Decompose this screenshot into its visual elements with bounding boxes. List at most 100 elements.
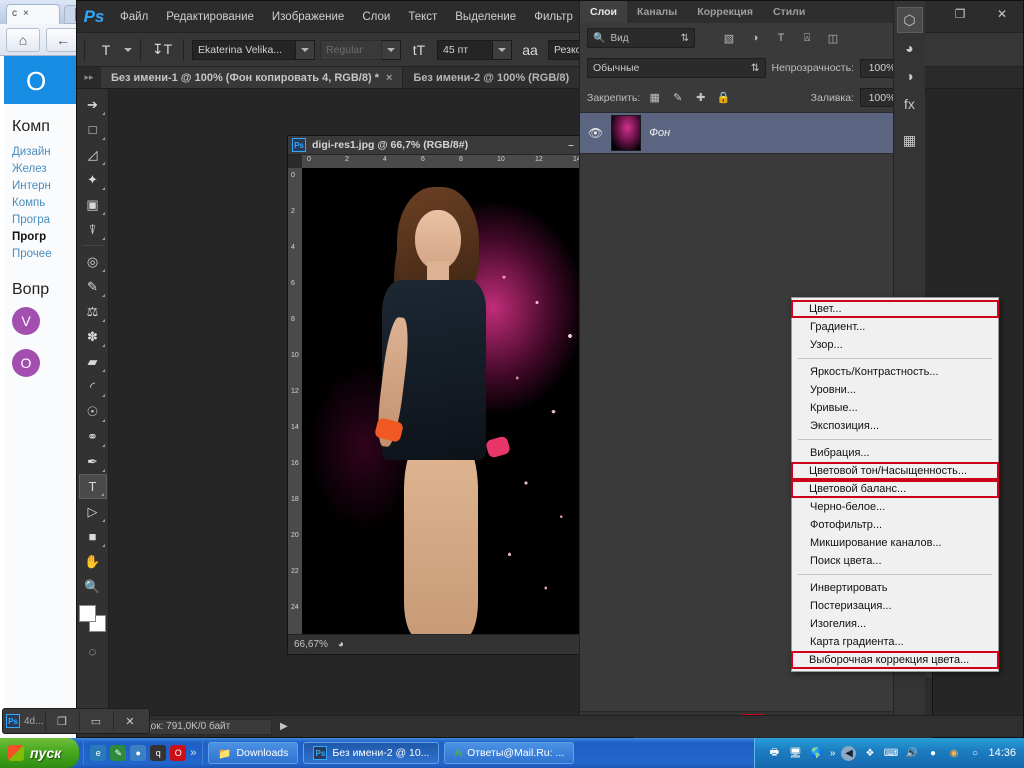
magic-wand-icon[interactable]: ✦ (79, 167, 107, 192)
type-icon[interactable]: T (78, 474, 107, 499)
shape-filter-icon[interactable]: ⍓ (797, 29, 817, 47)
lock-all-icon[interactable]: 🔒 (715, 89, 732, 106)
start-button[interactable]: пуск (0, 738, 80, 768)
sidebar-link[interactable]: Компь (12, 195, 69, 212)
foreground-color-swatch[interactable] (78, 605, 96, 622)
sidebar-link[interactable]: Прочее (12, 246, 69, 263)
avatar[interactable]: V (12, 307, 40, 335)
clock[interactable]: 14:36 (988, 747, 1016, 759)
dodge-icon[interactable]: ⚭ (79, 424, 107, 449)
minimized-document-window[interactable]: Ps 4d... ❐ ▭ ✕ (2, 708, 150, 734)
printer-tray-icon[interactable]: 🖶 (767, 746, 782, 761)
tab-channels[interactable]: Каналы (627, 1, 687, 23)
status-arrow-icon[interactable]: ▶ (280, 721, 288, 732)
taskbar-photoshop[interactable]: Ps Без имени-2 @ 10... (303, 742, 440, 764)
brush-icon[interactable]: ✎ (79, 274, 107, 299)
eraser-icon[interactable]: ▰ (79, 349, 107, 374)
network-tray-icon[interactable]: ❖ (862, 746, 877, 761)
blur-icon[interactable]: ☉ (79, 399, 107, 424)
close-icon[interactable]: ✕ (113, 711, 145, 731)
styles-dock-icon[interactable]: fx (897, 91, 923, 117)
quicklaunch-more-icon[interactable]: » (190, 747, 196, 759)
notepad-quicklaunch-icon[interactable]: ✎ (110, 745, 127, 761)
zoom-icon[interactable]: 🔍 (79, 574, 107, 599)
pen-icon[interactable]: ✒ (79, 449, 107, 474)
healing-brush-icon[interactable]: ◎ (79, 249, 107, 274)
font-family-dropdown-icon[interactable] (296, 39, 315, 60)
pixel-filter-icon[interactable]: ▧ (719, 29, 739, 47)
layer-thumbnail[interactable] (611, 115, 642, 151)
blend-mode-select[interactable]: Обычные ⇅ (587, 58, 766, 78)
back-arrow-icon[interactable]: ← (46, 28, 80, 52)
lock-transparency-icon[interactable]: ▦ (646, 89, 663, 106)
quick-mask-icon[interactable]: ◌ (79, 639, 107, 664)
clone-stamp-icon[interactable]: ⚖ (79, 299, 107, 324)
layer-name[interactable]: Фон (649, 127, 670, 139)
hand-icon[interactable]: ✋ (79, 549, 107, 574)
menu-item-posterize[interactable]: Постеризация... (792, 597, 998, 615)
tab-styles[interactable]: Стили (763, 1, 815, 23)
shape-icon[interactable]: ■ (79, 524, 107, 549)
menu-item-hue-saturation[interactable]: Цветовой тон/Насыщенность... (791, 462, 999, 480)
document-zoom-level[interactable]: 66,67% (294, 639, 328, 650)
eye-icon[interactable]: 👁 (588, 126, 603, 140)
monitor-tray-icon[interactable]: 🖥 (788, 746, 803, 761)
layers-dock-icon[interactable]: ⬡ (896, 7, 923, 33)
type-filter-icon[interactable]: T (771, 29, 791, 47)
volume-tray-icon[interactable]: 🔊 (904, 746, 919, 761)
smart-object-filter-icon[interactable]: ◫ (823, 29, 843, 47)
menu-item-color[interactable]: Цвет... (791, 300, 999, 318)
font-style-field[interactable]: Regular (320, 39, 382, 60)
sidebar-link[interactable]: Желез (12, 161, 69, 178)
menu-item-channel-mixer[interactable]: Микширование каналов... (792, 534, 998, 552)
qip-quicklaunch-icon[interactable]: q (150, 745, 167, 761)
3d-dock-icon[interactable]: ▦ (897, 127, 923, 153)
color-dock-icon[interactable]: ◕ (897, 35, 923, 61)
path-select-icon[interactable]: ▷ (79, 499, 107, 524)
globe-tray-icon[interactable]: ● (925, 746, 940, 761)
menu-layers[interactable]: Слои (353, 1, 399, 33)
menu-item-gradient-map[interactable]: Карта градиента... (792, 633, 998, 651)
menu-item-invert[interactable]: Инвертировать (792, 579, 998, 597)
tab-adjustments[interactable]: Коррекция (687, 1, 763, 23)
stepper-icon[interactable]: ⇅ (751, 62, 760, 74)
history-brush-icon[interactable]: ✽ (79, 324, 107, 349)
menu-item-vibrance[interactable]: Вибрация... (792, 444, 998, 462)
menu-item-photo-filter[interactable]: Фотофильтр... (792, 516, 998, 534)
crop-icon[interactable]: ▣ (79, 192, 107, 217)
menu-filter[interactable]: Фильтр (525, 1, 582, 33)
stepper-icon[interactable]: ⇅ (681, 33, 689, 44)
adjustment-filter-icon[interactable]: ◑ (745, 29, 765, 47)
document-image[interactable] (302, 168, 610, 634)
menu-edit[interactable]: Редактирование (157, 1, 263, 33)
menu-item-exposure[interactable]: Экспозиция... (792, 417, 998, 435)
adjustment-layer-context-menu[interactable]: Цвет... Градиент... Узор... Яркость/Конт… (791, 297, 999, 672)
close-icon[interactable]: ✕ (981, 1, 1023, 27)
restore-icon[interactable]: ❐ (45, 711, 77, 731)
document-tab-1[interactable]: Без имени-1 @ 100% (Фон копировать 4, RG… (101, 67, 404, 88)
text-orientation-icon[interactable]: ↧T (149, 38, 175, 62)
sidebar-link-active[interactable]: Прогр (12, 229, 69, 246)
font-size-dropdown-icon[interactable] (493, 39, 512, 60)
menu-item-curves[interactable]: Кривые... (792, 399, 998, 417)
menu-item-levels[interactable]: Уровни... (792, 381, 998, 399)
gradient-icon[interactable]: ◜ (79, 374, 107, 399)
menu-item-brightness-contrast[interactable]: Яркость/Контрастность... (792, 363, 998, 381)
lock-position-icon[interactable]: ✚ (692, 89, 709, 106)
maximize-icon[interactable]: ▭ (79, 711, 111, 731)
tabbar-grip-icon[interactable]: ▸▸ (77, 67, 101, 88)
menu-item-threshold[interactable]: Изогелия... (792, 615, 998, 633)
tray-expand-icon[interactable]: » (830, 748, 836, 759)
menu-item-black-white[interactable]: Черно-белое... (792, 498, 998, 516)
menu-select[interactable]: Выделение (446, 1, 525, 33)
home-icon[interactable]: ⌂ (6, 28, 40, 52)
sidebar-link[interactable]: Интерн (12, 178, 69, 195)
document-tab-2[interactable]: Без имени-2 @ 100% (RGB/8) (403, 67, 581, 88)
adjustments-dock-icon[interactable]: ◑ (897, 63, 923, 89)
keyboard-tray-icon[interactable]: ⌨ (883, 746, 898, 761)
shield-tray-icon[interactable]: ○ (967, 746, 982, 761)
taskbar-downloads[interactable]: 📁 Downloads (208, 742, 299, 764)
globe2-tray-icon[interactable]: 🌎 (809, 746, 824, 761)
tab-layers[interactable]: Слои (580, 1, 627, 23)
font-size-field[interactable]: 45 пт (437, 39, 493, 60)
